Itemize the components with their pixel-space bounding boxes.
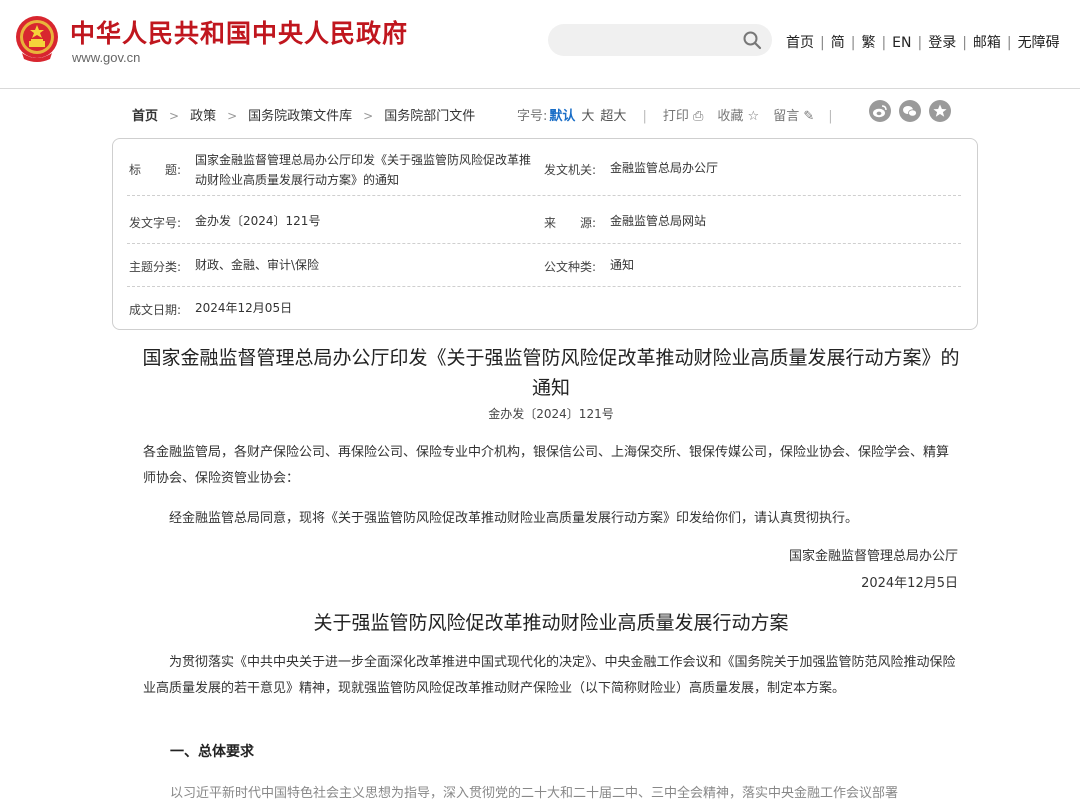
nav-english[interactable]: EN (892, 35, 911, 51)
comment-button[interactable]: 留言 ✎ (773, 109, 814, 124)
tools-divider: | (642, 109, 647, 124)
info-row-title: 标 题: 国家金融监督管理总局办公厅印发《关于强监管防风险促改革推动财险业高质量… (127, 147, 961, 196)
page-tools: 字号: 默认大超大 | 打印 ⎙ 收藏 ☆ 留言 ✎ | (517, 105, 833, 124)
nav-separator: | (962, 35, 967, 51)
chevron-right-icon: > (363, 109, 374, 123)
nav-mailbox[interactable]: 邮箱 (973, 35, 1001, 51)
pencil-icon: ✎ (803, 109, 815, 124)
section-heading: 一、总体要求 (170, 744, 254, 760)
print-button[interactable]: 打印 ⎙ (663, 109, 704, 124)
favorite-button[interactable]: 收藏 ☆ (717, 109, 759, 124)
nav-accessibility[interactable]: 无障碍 (1018, 35, 1060, 51)
nav-traditional[interactable]: 繁 (861, 35, 875, 51)
nav-separator: | (917, 35, 923, 51)
tools-divider: | (828, 109, 833, 124)
title-value: 国家金融监督管理总局办公厅印发《关于强监管防风险促改革推动财险业高质量发展行动方… (195, 153, 532, 187)
favorite-star-icon[interactable] (929, 100, 951, 122)
share-buttons (869, 100, 959, 122)
star-icon: ☆ (747, 109, 760, 124)
plan-title: 关于强监管防风险促改革推动财险业高质量发展行动方案 (313, 612, 789, 634)
nav-simplified[interactable]: 简 (831, 35, 845, 51)
search-input[interactable] (562, 31, 736, 51)
info-row-date: 成文日期: 2024年12月05日 (127, 287, 961, 327)
printer-icon: ⎙ (692, 109, 704, 124)
breadcrumb: 首页 > 政策 > 国务院政策文件库 > 国务院部门文件 (132, 105, 475, 124)
search-icon[interactable] (742, 30, 762, 50)
signature: 国家金融监督管理总局办公厅 (788, 549, 958, 564)
recipients-paragraph: 各金融监管局，各财产保险公司、再保险公司、保险专业中介机构，银保信公司、上海保交… (143, 445, 950, 486)
site-header: 中华人民共和国中央人民政府 www.gov.cn 首页 | 简 | 繁 | EN | 登录 | 邮箱… (0, 0, 1080, 89)
nav-separator: | (820, 35, 825, 51)
print-label: 打印 (662, 109, 689, 124)
title-label: 标 题: (129, 163, 182, 177)
nav-separator: | (850, 35, 856, 51)
chevron-right-icon: > (227, 109, 238, 123)
site-title[interactable]: 中华人民共和国中央人民政府 (70, 14, 408, 50)
document-number: 金办发〔2024〕121号 (488, 407, 614, 421)
font-size-xlarge[interactable]: 超大 (600, 109, 626, 124)
date-value: 2024年12月05日 (195, 301, 293, 315)
doctype-value: 通知 (610, 258, 635, 272)
nav-home[interactable]: 首页 (786, 35, 814, 51)
topic-label: 主题分类: (129, 260, 182, 274)
date-label: 成文日期: (129, 303, 182, 317)
body-paragraph: 经金融监管总局同意，现将《关于强监管防风险促改革推动财险业高质量发展行动方案》印… (169, 511, 859, 526)
issuer-value: 金融监管总局办公厅 (610, 161, 719, 175)
cutoff-paragraph: 以习近平新时代中国特色社会主义思想为指导，深入贯彻党的二十大和二十届二中、三中全… (170, 786, 899, 799)
font-size-label: 字号: (517, 109, 548, 124)
document-info-box: 标 题: 国家金融监督管理总局办公厅印发《关于强监管防风险促改革推动财险业高质量… (112, 138, 978, 330)
weibo-icon[interactable] (869, 100, 891, 122)
breadcrumb-home[interactable]: 首页 (132, 109, 158, 124)
document-title: 国家金融监督管理总局办公厅印发《关于强监管防风险促改革推动财险业高质量发展行动方… (142, 347, 960, 399)
search-box[interactable] (548, 24, 772, 56)
font-size-large[interactable]: 大 (581, 109, 594, 124)
plan-intro-paragraph: 为贯彻落实《中共中央关于进一步全面深化改革推进中国式现代化的决定》、中央金融工作… (143, 655, 956, 696)
source-label: 来 源: (544, 216, 597, 230)
breadcrumb-toolbar: 首页 > 政策 > 国务院政策文件库 > 国务院部门文件 字号: 默认大超大 | 打印 ⎙ 收藏 ☆… (112, 100, 978, 126)
info-row-topic: 主题分类: 财政、金融、审计\保险 公文种类: 通知 (127, 244, 961, 287)
nav-separator: | (881, 35, 887, 51)
topic-value: 财政、金融、审计\保险 (195, 258, 320, 272)
comment-label: 留言 (773, 109, 800, 124)
source-value: 金融监管总局网站 (610, 214, 707, 228)
breadcrumb-policy-library[interactable]: 国务院政策文件库 (248, 109, 352, 124)
favorite-label: 收藏 (717, 109, 744, 124)
breadcrumb-department-docs[interactable]: 国务院部门文件 (384, 109, 475, 124)
info-row-docno: 发文字号: 金办发〔2024〕121号 来 源: 金融监管总局网站 (127, 196, 961, 244)
docno-label: 发文字号: (129, 216, 182, 230)
nav-login[interactable]: 登录 (928, 35, 956, 51)
issuer-label: 发文机关: (544, 163, 597, 177)
nav-separator: | (1006, 35, 1012, 51)
top-nav: 首页 | 简 | 繁 | EN | 登录 | 邮箱 | 无障碍 (786, 32, 1060, 52)
doctype-label: 公文种类: (544, 260, 597, 274)
docno-value: 金办发〔2024〕121号 (195, 214, 321, 228)
site-domain: www.gov.cn (72, 50, 141, 65)
sign-date: 2024年12月5日 (861, 576, 958, 591)
chevron-right-icon: > (169, 109, 180, 123)
font-size-default[interactable]: 默认 (549, 109, 575, 124)
wechat-icon[interactable] (899, 100, 921, 122)
national-emblem-icon[interactable] (14, 15, 60, 65)
breadcrumb-policy[interactable]: 政策 (190, 109, 216, 124)
